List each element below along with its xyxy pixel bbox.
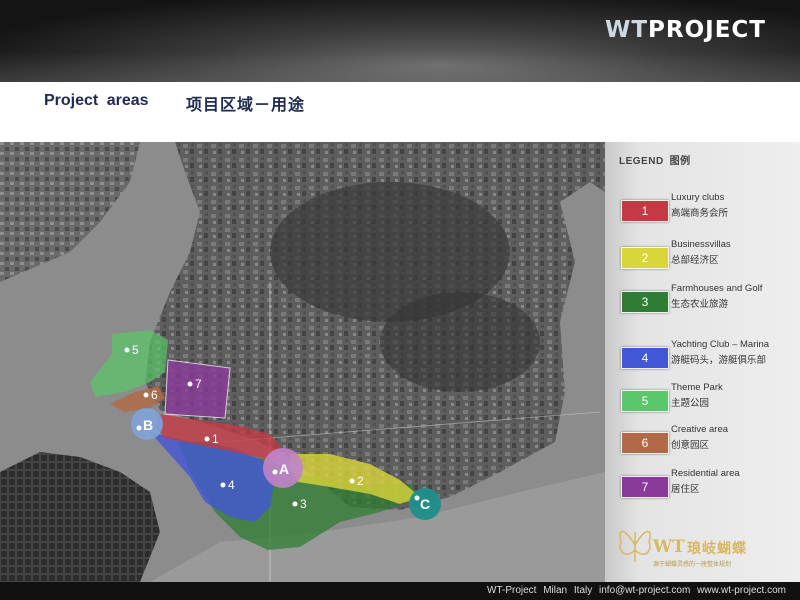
legend-label-zh: 高端商务会所 (671, 208, 729, 219)
svg-text:3: 3 (300, 497, 307, 511)
svg-text:2: 2 (357, 474, 364, 488)
brand-logo: WTPROJECT (605, 17, 766, 43)
legend-label-en: Businessvillas (671, 239, 731, 250)
legend-item-5: 5 Theme Park 主题公园 (621, 382, 796, 422)
butterfly-icon (619, 530, 651, 562)
legend-label-en: Luxury clubs (671, 192, 725, 203)
svg-text:7: 7 (195, 377, 202, 391)
legend-label-zh: 生态农业旅游 (671, 299, 729, 310)
legend-item-3: 3 Farmhouses and Golf 生态农业旅游 (621, 283, 796, 323)
legend-title: LEGEND 图例 (619, 152, 691, 167)
brand-prefix: WT (604, 17, 649, 43)
svg-text:A: A (279, 461, 289, 477)
svg-text:6: 6 (151, 388, 158, 402)
legend-label-en: Farmhouses and Golf (671, 283, 763, 294)
header-banner: WTPROJECT (0, 0, 800, 82)
title-bar: Project areas 项目区域－用途 (0, 82, 800, 142)
legend-title-en: LEGEND (619, 156, 664, 167)
legend-label-en: Theme Park (671, 382, 723, 393)
marker-b: B (131, 408, 163, 440)
legend-label-zh: 游艇码头，游艇俱乐部 (671, 355, 767, 366)
legend-label-zh: 创意园区 (671, 440, 710, 451)
legend-label-en: Creative area (671, 424, 729, 435)
legend-swatch-3: 3 (621, 291, 669, 313)
logo-wt: WT (653, 537, 685, 557)
svg-text:C: C (420, 496, 430, 512)
legend-title-zh: 图例 (669, 156, 691, 167)
legend-label-zh: 总部经济区 (671, 255, 719, 266)
legend-swatch-2: 2 (621, 247, 669, 269)
svg-text:1: 1 (212, 432, 219, 446)
legend-swatch-5: 5 (621, 390, 669, 412)
legend-swatch-6: 6 (621, 432, 669, 454)
legend-item-1: 1 Luxury clubs 高端商务会所 (621, 192, 796, 232)
footer-bar: WT-Project Milan Italy info@wt-project.c… (0, 582, 800, 600)
page-title-chinese: 项目区域－用途 (186, 95, 306, 114)
logo-tagline: 源于蝴蝶灵感的一座整体规划 (653, 561, 732, 568)
hill-shading-2 (380, 292, 540, 392)
legend-label-zh: 主题公园 (671, 398, 710, 409)
legend-item-6: 6 Creative area 创意园区 (621, 424, 796, 464)
header-mist (0, 52, 800, 82)
legend-swatch-1: 1 (621, 200, 669, 222)
legend-label-en: Residential area (671, 468, 740, 479)
page-title: Project areas (44, 92, 149, 109)
legend-item-2: 2 Businessvillas 总部经济区 (621, 239, 796, 279)
svg-text:5: 5 (132, 343, 139, 357)
marker-a: A (263, 448, 303, 488)
legend-item-7: 7 Residential area 居住区 (621, 468, 796, 508)
legend-label-en: Yachting Club – Marina (671, 339, 770, 350)
aerial-map: 1 2 3 4 5 6 7 A B C (0, 142, 605, 582)
butterfly-logo: WT 琅岐蝴蝶 源于蝴蝶灵感的一座整体规划 (615, 515, 790, 575)
svg-text:B: B (143, 417, 153, 433)
legend-label-zh: 居住区 (671, 484, 700, 495)
legend-swatch-4: 4 (621, 347, 669, 369)
marker-c: C (409, 488, 441, 520)
logo-chinese: 琅岐蝴蝶 (687, 541, 747, 557)
footer-contact: WT-Project Milan Italy info@wt-project.c… (487, 585, 786, 596)
legend-item-4: 4 Yachting Club – Marina 游艇码头，游艇俱乐部 (621, 339, 796, 379)
map-svg: 1 2 3 4 5 6 7 A B C (0, 142, 605, 582)
svg-text:4: 4 (228, 478, 235, 492)
brand-suffix: PROJECT (648, 17, 766, 43)
legend-swatch-7: 7 (621, 476, 669, 498)
